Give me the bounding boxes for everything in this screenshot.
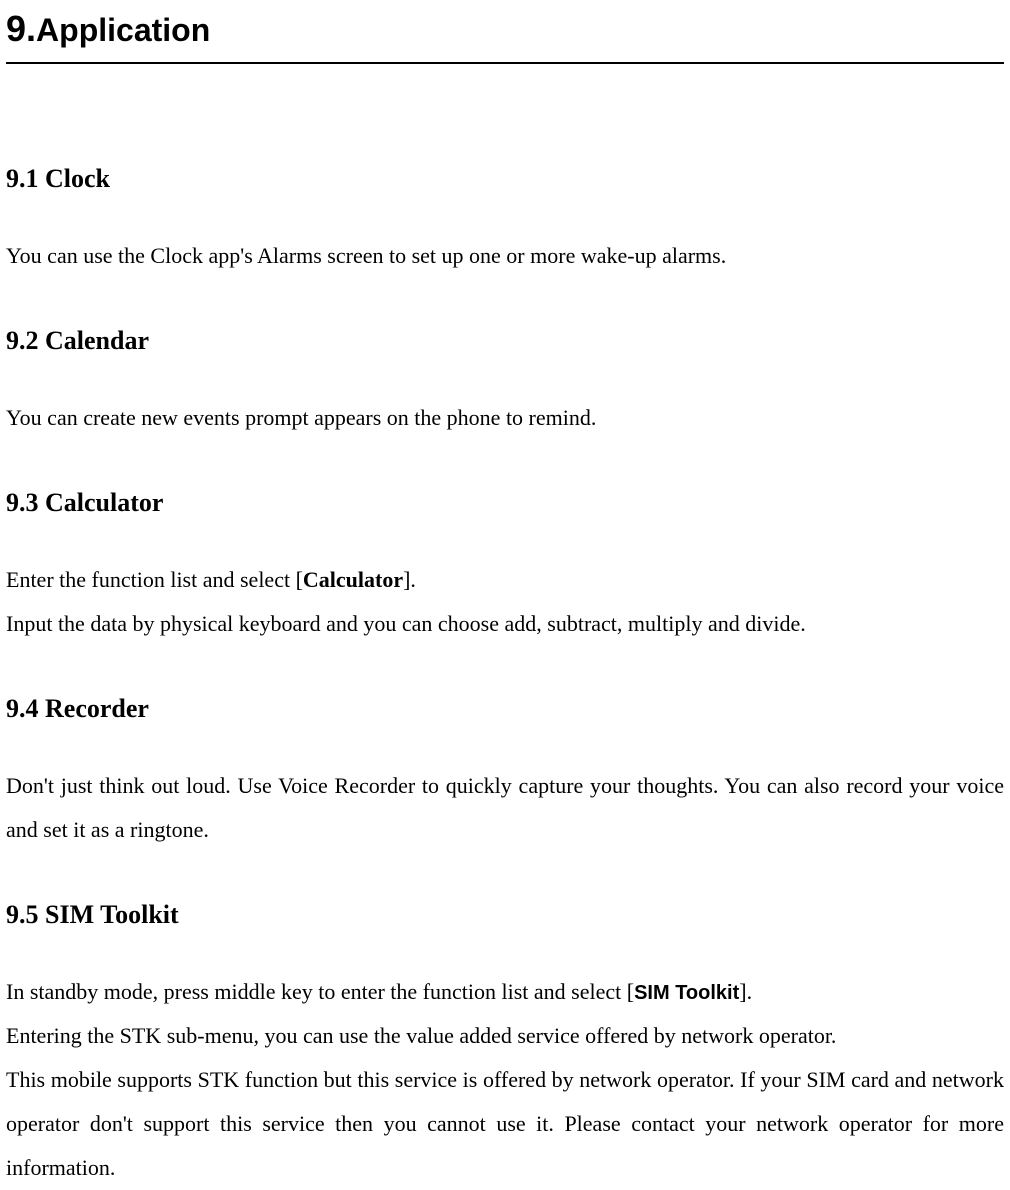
bold-text: Calculator xyxy=(303,567,403,592)
body-paragraph: Don't just think out loud. Use Voice Rec… xyxy=(6,764,1004,852)
body-paragraph: You can use the Clock app's Alarms scree… xyxy=(6,234,1004,278)
section-heading: 9.2 Calendar xyxy=(6,326,1004,356)
section-recorder: 9.4 Recorder Don't just think out loud. … xyxy=(6,694,1004,852)
section-heading: 9.3 Calculator xyxy=(6,488,1004,518)
text-fragment: Enter the function list and select [ xyxy=(6,567,303,592)
body-paragraph: Input the data by physical keyboard and … xyxy=(6,602,1004,646)
section-calendar: 9.2 Calendar You can create new events p… xyxy=(6,326,1004,440)
text-fragment: In standby mode, press middle key to ent… xyxy=(6,979,634,1004)
bold-text: SIM Toolkit xyxy=(634,982,739,1004)
chapter-title: 9.Application xyxy=(6,0,1004,64)
text-fragment: ]. xyxy=(739,979,752,1004)
section-clock: 9.1 Clock You can use the Clock app's Al… xyxy=(6,164,1004,278)
chapter-title-text: Application xyxy=(36,12,210,48)
section-heading: 9.1 Clock xyxy=(6,164,1004,194)
page-content: 9.Application 9.1 Clock You can use the … xyxy=(0,0,1010,1190)
text-fragment: ]. xyxy=(403,567,416,592)
section-calculator: 9.3 Calculator Enter the function list a… xyxy=(6,488,1004,646)
section-heading: 9.5 SIM Toolkit xyxy=(6,900,1004,930)
section-sim-toolkit: 9.5 SIM Toolkit In standby mode, press m… xyxy=(6,900,1004,1190)
body-paragraph: Entering the STK sub-menu, you can use t… xyxy=(6,1014,1004,1058)
body-paragraph: This mobile supports STK function but th… xyxy=(6,1058,1004,1190)
section-heading: 9.4 Recorder xyxy=(6,694,1004,724)
body-paragraph: Enter the function list and select [Calc… xyxy=(6,558,1004,602)
chapter-number: 9. xyxy=(6,8,36,49)
body-paragraph: You can create new events prompt appears… xyxy=(6,396,1004,440)
body-paragraph: In standby mode, press middle key to ent… xyxy=(6,970,1004,1014)
